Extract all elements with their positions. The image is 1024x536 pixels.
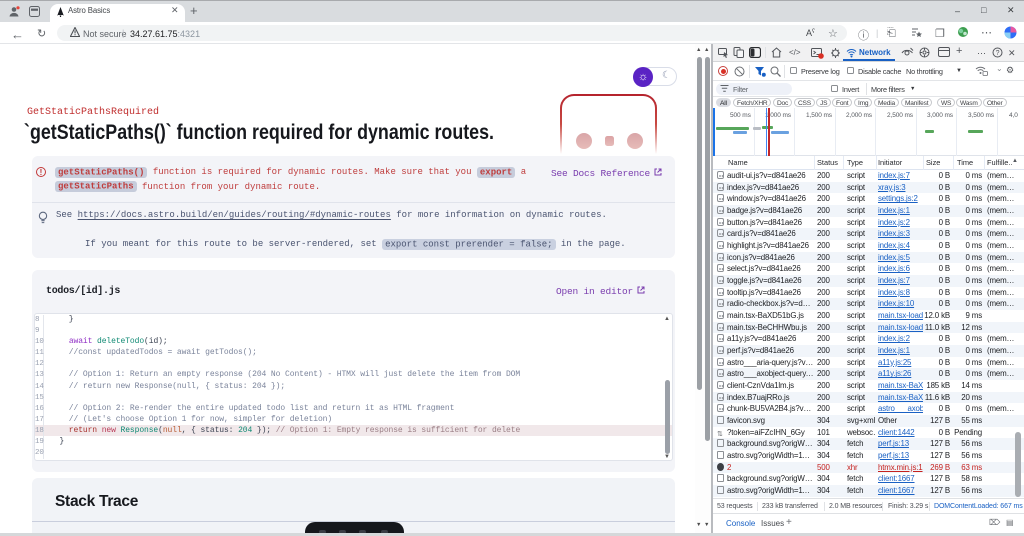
svg-text:?: ?	[996, 50, 1000, 57]
